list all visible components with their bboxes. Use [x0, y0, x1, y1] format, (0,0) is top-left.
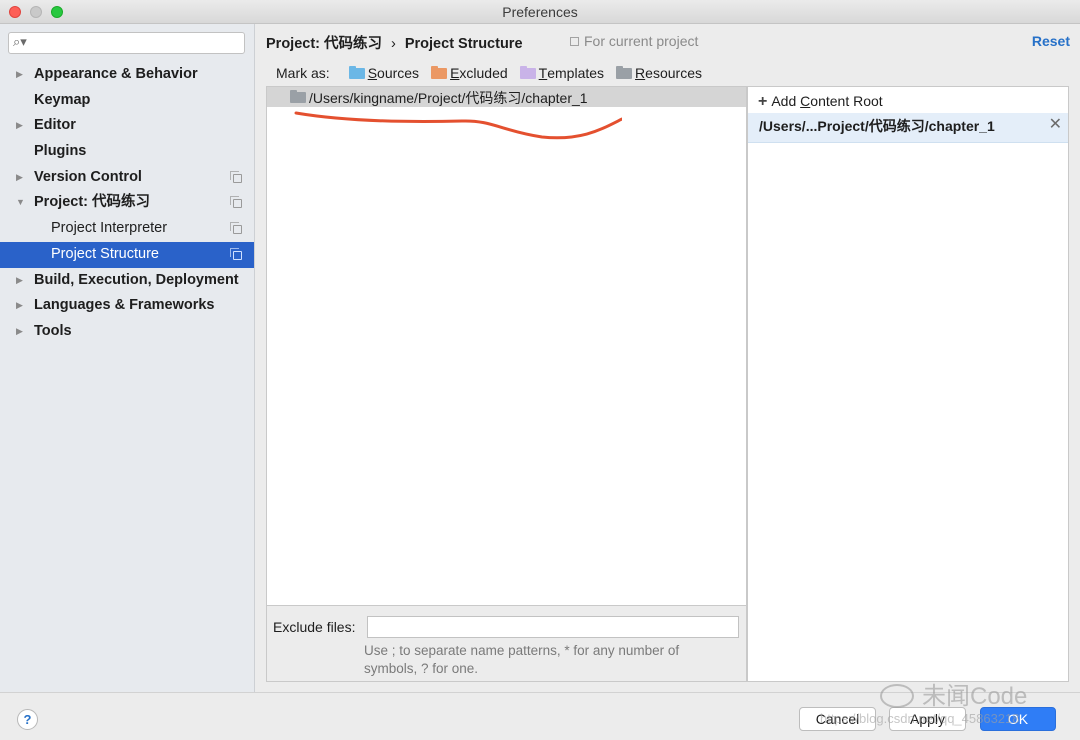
mark-as-sources-button[interactable]: Sources — [348, 65, 420, 81]
sidebar-item-label: Project Interpreter — [51, 220, 168, 237]
triangle-right-icon[interactable]: ▶ — [16, 113, 23, 139]
add-root-prefix: Add — [771, 93, 801, 109]
for-current-project-note: For current project — [570, 33, 698, 49]
triangle-right-icon[interactable]: ▶ — [16, 319, 23, 345]
add-content-root-button[interactable]: + Add Content Root — [758, 93, 883, 111]
watermark-brand: 未闻Code — [880, 676, 1027, 711]
mark-as-mnemonic: S — [367, 65, 378, 81]
search-icon[interactable]: ⌕▾ — [13, 34, 27, 50]
title-bar: Preferences — [0, 0, 1080, 24]
mark-as-mnemonic: E — [450, 65, 460, 81]
plus-icon: + — [758, 93, 768, 110]
content-root-path: /Users/...Project/代码练习/chapter_1 — [759, 118, 995, 134]
triangle-right-icon[interactable]: ▶ — [16, 268, 23, 294]
mark-as-excluded-button[interactable]: Excluded — [431, 65, 508, 81]
settings-sidebar: ⌕▾ ▶ Appearance & Behavior Keymap ▶ Editor Pl… — [0, 24, 255, 692]
reset-link[interactable]: Reset — [1032, 33, 1070, 49]
sidebar-item-editor[interactable]: ▶ Editor — [0, 113, 254, 139]
mark-as-label-rest: emplates — [547, 65, 605, 81]
sidebar-item-label: Appearance & Behavior — [34, 66, 198, 82]
folder-icon — [519, 65, 536, 79]
sidebar-item-label: Editor — [34, 117, 76, 134]
copy-icon — [230, 222, 242, 235]
exclude-files-label: Exclude files: — [273, 619, 356, 635]
sidebar-item-label: Keymap — [34, 91, 91, 108]
directory-tree[interactable]: /Users/kingname/Project/代码练习/chapter_1 — [266, 86, 747, 606]
mark-as-label-rest: xcluded — [459, 65, 508, 81]
sidebar-item-label: Version Control — [34, 168, 142, 185]
folder-icon — [290, 90, 306, 103]
mark-as-mnemonic: R — [635, 65, 646, 81]
watermark-brand-text: 未闻Code — [922, 683, 1028, 710]
help-button[interactable]: ? — [17, 709, 38, 730]
copy-icon — [230, 247, 242, 260]
project-structure-panel: Project: 代码练习 › Project Structure For curr… — [255, 24, 1080, 692]
settings-search-input[interactable] — [39, 35, 239, 51]
breadcrumb-parent: Project: 代码练习 — [266, 36, 383, 52]
watermark-url: https://blog.csdn.net/qq_45863218 — [820, 711, 1020, 726]
copy-icon — [230, 170, 242, 183]
exclude-files-area: Exclude files: Use ; to separate name pa… — [266, 606, 747, 682]
triangle-right-icon[interactable]: ▶ — [16, 165, 23, 191]
exclude-help-line-2: symbols, ? for one. — [364, 661, 479, 676]
copy-icon — [570, 37, 579, 46]
window-title: Preferences — [502, 4, 578, 20]
settings-search[interactable]: ⌕▾ — [8, 32, 245, 54]
breadcrumb: Project: 代码练习 › Project Structure — [266, 32, 523, 53]
mark-as-mnemonic: T — [538, 65, 548, 81]
folder-icon — [616, 65, 633, 79]
sidebar-item-appearance-behavior[interactable]: ▶ Appearance & Behavior — [0, 62, 254, 88]
exclude-help-line-1: Use ; to separate name patterns, * for a… — [364, 643, 680, 658]
sidebar-item-project-interpreter[interactable]: Project Interpreter — [0, 216, 254, 242]
remove-root-icon[interactable]: ✕ — [1049, 114, 1062, 134]
mark-as-toolbar: Mark as: Sources Excluded Templates Resourc… — [276, 64, 714, 82]
sidebar-item-label: Tools — [34, 322, 72, 339]
folder-icon — [431, 65, 448, 79]
sidebar-item-project-structure[interactable]: Project Structure — [0, 241, 254, 268]
sidebar-item-label: Project: 代码练习 — [34, 194, 151, 211]
exclude-files-help: Use ; to separate name patterns, * for a… — [364, 642, 734, 678]
settings-tree: ▶ Appearance & Behavior Keymap ▶ Editor Plugi… — [0, 62, 254, 345]
breadcrumb-separator: › — [391, 36, 396, 52]
triangle-right-icon[interactable]: ▶ — [16, 62, 23, 88]
sidebar-item-label: Project Structure — [51, 245, 159, 262]
triangle-down-icon[interactable]: ▼ — [16, 190, 25, 216]
sidebar-item-languages-frameworks[interactable]: ▶ Languages & Frameworks — [0, 293, 254, 319]
content-root-row[interactable]: /Users/...Project/代码练习/chapter_1 ✕ — [748, 113, 1068, 143]
sidebar-item-build-execution-deployment[interactable]: ▶ Build, Execution, Deployment — [0, 268, 254, 294]
breadcrumb-current: Project Structure — [404, 36, 523, 52]
sidebar-item-version-control[interactable]: ▶ Version Control — [0, 165, 254, 191]
for-current-project-label: For current project — [584, 33, 699, 49]
sidebar-item-label: Languages & Frameworks — [34, 297, 215, 314]
triangle-right-icon[interactable]: ▶ — [16, 293, 23, 319]
sidebar-item-tools[interactable]: ▶ Tools — [0, 319, 254, 345]
mark-as-label: Mark as: — [276, 65, 330, 81]
copy-icon — [230, 196, 242, 209]
sidebar-item-project-代码练习[interactable]: ▼ Project: 代码练习 — [0, 190, 254, 216]
tree-root-path: /Users/kingname/Project/代码练习/chapter_1 — [309, 90, 588, 106]
mark-as-label-rest: ources — [377, 65, 420, 81]
mark-as-label-rest: esources — [645, 65, 702, 81]
add-root-mnemonic: C — [800, 93, 811, 109]
folder-icon — [348, 65, 365, 79]
red-underline-annotation — [294, 111, 622, 140]
exclude-files-input[interactable] — [367, 616, 739, 638]
mark-as-resources-button[interactable]: Resources — [616, 65, 702, 81]
wechat-icon — [880, 684, 914, 708]
sidebar-item-keymap[interactable]: Keymap — [0, 88, 254, 114]
sidebar-item-label: Plugins — [34, 143, 87, 160]
mark-as-templates-button[interactable]: Templates — [519, 65, 605, 81]
add-root-rest: ontent Root — [810, 93, 883, 109]
sidebar-item-plugins[interactable]: Plugins — [0, 139, 254, 165]
sidebar-item-label: Build, Execution, Deployment — [34, 271, 239, 288]
tree-row-root[interactable]: /Users/kingname/Project/代码练习/chapter_1 — [267, 87, 746, 107]
content-roots-panel: + Add Content Root /Users/...Project/代码练习… — [747, 86, 1069, 682]
